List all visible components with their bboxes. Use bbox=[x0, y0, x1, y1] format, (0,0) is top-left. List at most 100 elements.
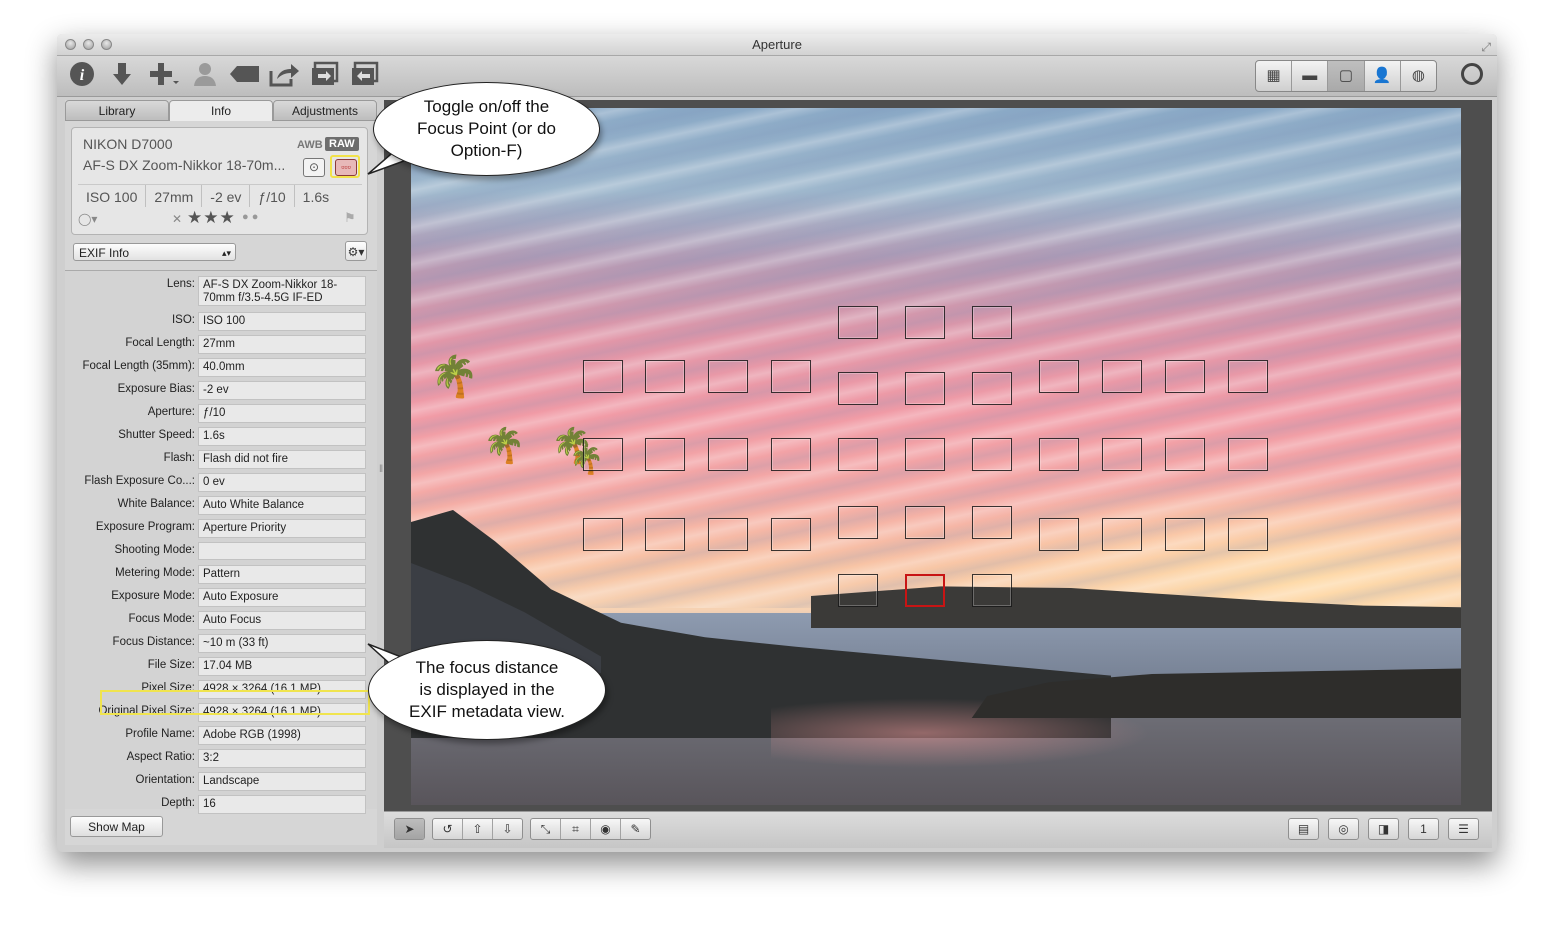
exif-value[interactable]: 0 ev bbox=[198, 473, 366, 492]
exif-value[interactable]: ISO 100 bbox=[198, 312, 366, 331]
exif-value[interactable]: Auto Focus bbox=[198, 611, 366, 630]
exif-label: Aspect Ratio: bbox=[126, 751, 195, 763]
red-eye-icon[interactable]: ◉ bbox=[591, 819, 621, 839]
metadata-view-select[interactable]: EXIF Info ▴▾ bbox=[73, 243, 236, 261]
focus-toggle-callout-text: Toggle on/off the Focus Point (or do Opt… bbox=[417, 97, 556, 160]
exif-label: Exposure Program: bbox=[95, 521, 195, 533]
exif-value[interactable]: Auto Exposure bbox=[198, 588, 366, 607]
pane-splitter-handle[interactable]: ‖ bbox=[379, 464, 383, 475]
straighten-icon[interactable]: ⤡ bbox=[531, 819, 561, 839]
exif-value[interactable]: AF-S DX Zoom-Nikkor 18-70mm f/3.5-4.5G I… bbox=[198, 276, 366, 306]
exif-value[interactable]: Auto White Balance bbox=[198, 496, 366, 515]
share-icon[interactable] bbox=[269, 61, 299, 89]
iso-value: ISO 100 bbox=[78, 185, 147, 207]
keyword-icon[interactable] bbox=[229, 61, 259, 89]
exif-value[interactable]: -2 ev bbox=[198, 381, 366, 400]
brush-icon[interactable]: ✎ bbox=[621, 819, 650, 839]
rating-stars[interactable]: ★★★ bbox=[187, 208, 236, 228]
window-title: Aperture bbox=[752, 37, 802, 52]
compare-toggle-group: ◨ bbox=[1368, 818, 1399, 840]
camera-info-panel: NIKON D7000 AF-S DX Zoom-Nikkor 18-70m..… bbox=[71, 127, 368, 235]
metadata-list-icon[interactable]: ☰ bbox=[1449, 819, 1478, 839]
rotate-left-icon[interactable]: ↺ bbox=[433, 819, 463, 839]
focus-point bbox=[905, 438, 945, 471]
loupe-icon[interactable] bbox=[1461, 63, 1483, 85]
metadata-view-value: EXIF Info bbox=[79, 246, 130, 260]
focus-point bbox=[1039, 360, 1079, 393]
focal-value: 27mm bbox=[146, 185, 203, 207]
focus-distance-callout: The focus distance is displayed in the E… bbox=[368, 640, 606, 740]
focus-point bbox=[1039, 518, 1079, 551]
minimize-window-button[interactable] bbox=[83, 39, 94, 50]
metadata-overlay-icon[interactable]: ◎ bbox=[1329, 819, 1358, 839]
exif-row: Exposure Bias: -2 ev bbox=[65, 380, 377, 400]
split-view-icon[interactable]: ▬ bbox=[1292, 61, 1329, 91]
tab-library[interactable]: Library bbox=[65, 100, 169, 121]
show-map-button[interactable]: Show Map bbox=[70, 816, 163, 837]
exif-row: Depth: 16 bbox=[65, 794, 377, 814]
focus-point bbox=[972, 574, 1012, 607]
exif-label: Focal Length: bbox=[125, 337, 195, 349]
zoom-window-button[interactable] bbox=[101, 39, 112, 50]
exif-value[interactable]: 1.6s bbox=[198, 427, 366, 446]
focus-point bbox=[972, 306, 1012, 339]
info-icon[interactable]: i bbox=[67, 61, 97, 89]
empty-rating-dots-icon[interactable]: ● ● bbox=[242, 211, 258, 223]
focus-toggle-callout: Toggle on/off the Focus Point (or do Opt… bbox=[373, 82, 600, 176]
tab-info[interactable]: Info bbox=[169, 100, 273, 121]
flag-icon[interactable]: ⚑ bbox=[344, 210, 356, 226]
single-image-icon[interactable]: 1 bbox=[1409, 819, 1438, 839]
filmstrip-icon[interactable]: ▤ bbox=[1289, 819, 1318, 839]
export-icon[interactable] bbox=[310, 61, 340, 89]
exif-value[interactable]: ƒ/10 bbox=[198, 404, 366, 423]
list-view-group: ☰ bbox=[1448, 818, 1479, 840]
crop-icon[interactable]: ⌗ bbox=[561, 819, 591, 839]
close-window-button[interactable] bbox=[65, 39, 76, 50]
import-icon[interactable] bbox=[107, 61, 137, 89]
exif-value[interactable]: 3:2 bbox=[198, 749, 366, 768]
inspector-pane: Library Info Adjustments NIKON D7000 AF-… bbox=[65, 100, 377, 845]
exif-value[interactable]: Adobe RGB (1998) bbox=[198, 726, 366, 745]
stack-icon[interactable]: ◨ bbox=[1369, 819, 1398, 839]
exif-value[interactable]: Flash did not fire bbox=[198, 450, 366, 469]
exif-value[interactable]: 16 bbox=[198, 795, 366, 814]
exif-value[interactable] bbox=[198, 542, 366, 560]
inspector-tabs: Library Info Adjustments bbox=[65, 100, 377, 121]
exif-value[interactable]: 17.04 MB bbox=[198, 657, 366, 676]
focus-point bbox=[838, 306, 878, 339]
stamp-icon[interactable]: ⇩ bbox=[493, 819, 522, 839]
exif-value[interactable]: Aperture Priority bbox=[198, 519, 366, 538]
import-from-icon[interactable] bbox=[350, 61, 380, 89]
exif-label: Flash Exposure Co...: bbox=[84, 475, 195, 487]
exif-label: Depth: bbox=[161, 797, 195, 809]
tab-adjustments[interactable]: Adjustments bbox=[273, 100, 377, 121]
awb-badge: AWB bbox=[297, 139, 323, 151]
exif-row: Shooting Mode: bbox=[65, 541, 377, 561]
gear-icon[interactable]: ⚙▾ bbox=[345, 241, 367, 261]
add-icon[interactable] bbox=[149, 61, 179, 89]
exif-value[interactable]: Landscape bbox=[198, 772, 366, 791]
camera-lens: AF-S DX Zoom-Nikkor 18-70m... bbox=[83, 157, 286, 173]
focus-point bbox=[771, 360, 811, 393]
faces-view-icon[interactable]: 👤 bbox=[1365, 61, 1401, 91]
places-view-icon[interactable]: ◍ bbox=[1401, 61, 1436, 91]
select-tool-icon[interactable]: ➤ bbox=[395, 819, 424, 839]
focus-distance-highlight bbox=[100, 690, 370, 715]
exif-label: Focus Mode: bbox=[128, 613, 195, 625]
exif-value[interactable]: 27mm bbox=[198, 335, 366, 354]
faces-icon[interactable] bbox=[190, 61, 220, 89]
fullscreen-icon[interactable]: ⤢ bbox=[1481, 37, 1491, 58]
aperture-window: Aperture ⤢ i ▦ ▬ ▢ 👤 ◍ Library Info Adju… bbox=[57, 34, 1497, 852]
focus-point bbox=[1165, 518, 1205, 551]
focus-point-toggle[interactable]: ▫▫▫ bbox=[330, 155, 360, 178]
aperture-value: ƒ/10 bbox=[250, 185, 295, 207]
select-arrows-icon: ▴▾ bbox=[221, 248, 231, 258]
color-label-icon[interactable]: ◯▾ bbox=[78, 212, 97, 226]
reject-icon[interactable]: ✕ bbox=[172, 212, 182, 226]
viewer-icon[interactable]: ▢ bbox=[1328, 61, 1365, 91]
exif-value[interactable]: ~10 m (33 ft) bbox=[198, 634, 366, 653]
exif-value[interactable]: Pattern bbox=[198, 565, 366, 584]
lift-icon[interactable]: ⇧ bbox=[463, 819, 493, 839]
exif-value[interactable]: 40.0mm bbox=[198, 358, 366, 377]
grid-view-icon[interactable]: ▦ bbox=[1256, 61, 1293, 91]
